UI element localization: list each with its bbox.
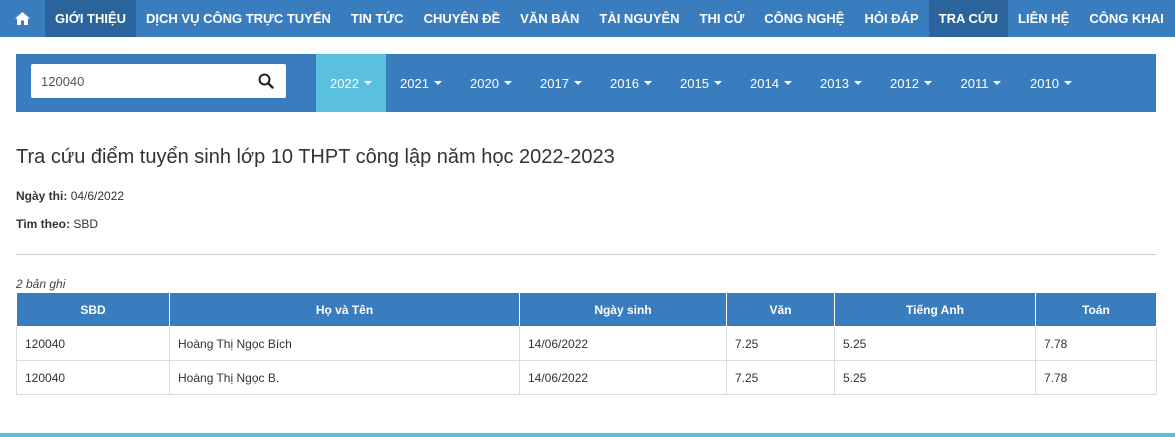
footer-bar: [0, 433, 1175, 437]
nav-item-tai-nguyen[interactable]: TÀI NGUYÊN: [589, 0, 689, 37]
nav-item-hoi-dap[interactable]: HỎI ĐÁP: [854, 0, 928, 37]
nav-item-lien-he[interactable]: LIÊN HỆ: [1008, 0, 1079, 37]
cell-tieng-anh: 5.25: [834, 326, 1036, 361]
exam-date-row: Ngày thi: 04/6/2022: [16, 189, 124, 203]
caret-down-icon: [783, 81, 792, 85]
page-title: Tra cứu điểm tuyển sinh lớp 10 THPT công…: [16, 146, 615, 168]
main-navigation: GIỚI THIỆU DỊCH VỤ CÔNG TRỰC TUYẾN TIN T…: [0, 0, 1175, 37]
column-header-van: Văn: [726, 292, 835, 327]
year-tab-2011[interactable]: 2011: [946, 54, 1016, 112]
cell-ngay-sinh: 14/06/2022: [519, 326, 727, 361]
column-header-sbd: SBD: [16, 292, 170, 327]
cell-van: 7.25: [726, 360, 835, 395]
year-tab-2014[interactable]: 2014: [736, 54, 806, 112]
year-tabs: 2022 2021 2020 2017 2016 2015 2014 2013 …: [316, 54, 1086, 112]
nav-item-tra-cuu[interactable]: TRA CỨU: [928, 0, 1009, 37]
search-by-label: Tìm theo:: [16, 217, 70, 231]
caret-down-icon: [363, 81, 372, 85]
record-count: 2 bản ghi: [16, 277, 66, 291]
table-row: 120040 Hoàng Thị Ngọc Bích 14/06/2022 7.…: [16, 326, 1157, 361]
cell-sbd: 120040: [16, 326, 170, 361]
cell-toan: 7.78: [1035, 326, 1157, 361]
year-tab-2010[interactable]: 2010: [1016, 54, 1086, 112]
search-by-row: Tìm theo: SBD: [16, 217, 98, 231]
nav-item-cong-nghe[interactable]: CÔNG NGHỆ: [754, 0, 854, 37]
year-tab-2017[interactable]: 2017: [526, 54, 596, 112]
year-tab-2016[interactable]: 2016: [596, 54, 666, 112]
nav-item-van-ban[interactable]: VĂN BẢN: [510, 0, 589, 37]
caret-down-icon: [433, 81, 442, 85]
search-by-value: SBD: [73, 217, 99, 231]
caret-down-icon: [923, 81, 932, 85]
caret-down-icon: [503, 81, 512, 85]
column-header-tieng-anh: Tiếng Anh: [834, 292, 1036, 327]
exam-date-label: Ngày thi:: [16, 189, 68, 203]
search-input[interactable]: [31, 64, 251, 98]
caret-down-icon: [643, 81, 652, 85]
nav-item-tin-tuc[interactable]: TIN TỨC: [341, 0, 414, 37]
year-tab-2012[interactable]: 2012: [876, 54, 946, 112]
year-tab-2013[interactable]: 2013: [806, 54, 876, 112]
divider: [16, 254, 1156, 255]
year-tab-2021[interactable]: 2021: [386, 54, 456, 112]
nav-item-chuyen-de[interactable]: CHUYÊN ĐỀ: [414, 0, 511, 37]
cell-ho-ten: Hoàng Thị Ngọc Bích: [169, 326, 520, 361]
year-toolbar: 2022 2021 2020 2017 2016 2015 2014 2013 …: [16, 54, 1156, 112]
year-tab-2020[interactable]: 2020: [456, 54, 526, 112]
year-tab-2022[interactable]: 2022: [316, 54, 386, 112]
cell-toan: 7.78: [1035, 360, 1157, 395]
caret-down-icon: [853, 81, 862, 85]
home-icon: [15, 12, 30, 25]
home-button[interactable]: [0, 0, 45, 37]
cell-van: 7.25: [726, 326, 835, 361]
caret-down-icon: [993, 81, 1002, 85]
column-header-ngay-sinh: Ngày sinh: [519, 292, 727, 327]
cell-ho-ten: Hoàng Thị Ngọc B.: [169, 360, 520, 395]
caret-down-icon: [573, 81, 582, 85]
nav-item-thi-cu[interactable]: THI CỬ: [690, 0, 755, 37]
results-table: SBD Họ và Tên Ngày sinh Văn Tiếng Anh To…: [16, 292, 1157, 395]
nav-item-cong-khai[interactable]: CÔNG KHAI: [1079, 0, 1173, 37]
caret-down-icon: [1063, 81, 1072, 85]
table-row: 120040 Hoàng Thị Ngọc B. 14/06/2022 7.25…: [16, 360, 1157, 395]
year-tab-2015[interactable]: 2015: [666, 54, 736, 112]
exam-date-value: 04/6/2022: [70, 189, 125, 203]
column-header-toan: Toán: [1035, 292, 1157, 327]
table-header-row: SBD Họ và Tên Ngày sinh Văn Tiếng Anh To…: [16, 292, 1157, 327]
caret-down-icon: [713, 81, 722, 85]
column-header-ho-ten: Họ và Tên: [169, 292, 520, 327]
nav-item-dich-vu-cong[interactable]: DỊCH VỤ CÔNG TRỰC TUYẾN: [136, 0, 341, 37]
cell-tieng-anh: 5.25: [834, 360, 1036, 395]
search-icon[interactable]: [258, 73, 274, 89]
search-box: [31, 64, 286, 98]
cell-sbd: 120040: [16, 360, 170, 395]
cell-ngay-sinh: 14/06/2022: [519, 360, 727, 395]
nav-item-gioi-thieu[interactable]: GIỚI THIỆU: [45, 0, 137, 37]
